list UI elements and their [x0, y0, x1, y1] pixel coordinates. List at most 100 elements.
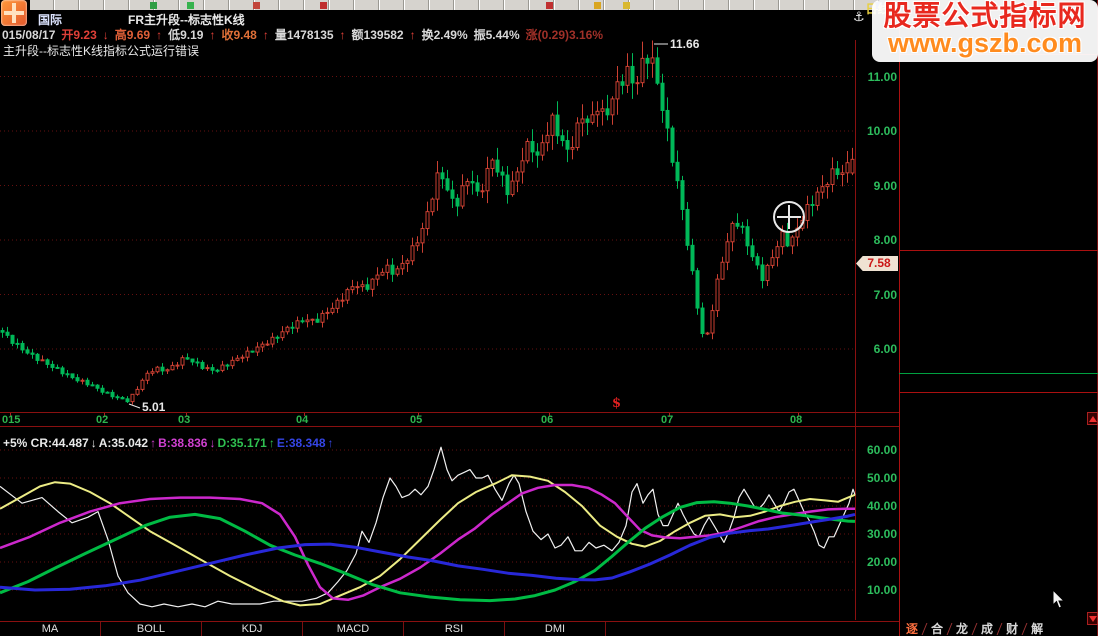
candle-body: [590, 114, 595, 123]
candle-body: [400, 262, 405, 270]
tab-kdj[interactable]: KDJ: [202, 622, 303, 636]
candle-body: [740, 225, 745, 228]
price-axis-label: 10.00: [866, 124, 897, 138]
tab-rsi[interactable]: RSI: [404, 622, 505, 636]
candle-body: [365, 284, 370, 290]
candle-body: [315, 318, 320, 323]
candle-body: [845, 162, 850, 174]
candle-body: [655, 57, 660, 84]
tab-macd[interactable]: MACD: [303, 622, 404, 636]
candle-body: [20, 342, 25, 351]
candle-body: [410, 245, 415, 262]
candle-body: [600, 108, 605, 112]
candle-body: [15, 342, 20, 345]
candle-body: [265, 343, 270, 346]
candle-body: [35, 353, 40, 361]
candle-body: [780, 231, 785, 248]
candle-body: [380, 271, 385, 276]
candle-body: [765, 264, 770, 282]
candle-body: [355, 286, 360, 289]
tabbar-filler: [606, 622, 899, 636]
candle-body: [185, 357, 190, 360]
candle-body: [190, 358, 195, 363]
price-axis-label: 7.00: [873, 287, 897, 302]
candle-body: [230, 359, 235, 367]
month-label: 03: [178, 414, 191, 426]
candle-body: [65, 373, 70, 376]
candle-body: [680, 180, 685, 210]
candle-body: [430, 198, 435, 213]
candle-body: [80, 379, 85, 382]
candle-body: [605, 108, 610, 116]
svg-text:5.01: 5.01: [142, 400, 166, 412]
candle-body: [435, 172, 440, 200]
trading-app-window: 国际 FR主升段--标志性K线 ⚓ 015/08/17 开9.23 ↓ 高9.69 ↑ 低…: [0, 0, 1098, 636]
candle-body: [280, 331, 285, 339]
candle-body: [120, 397, 125, 400]
candle-body: [75, 377, 80, 382]
candle-body: [235, 357, 240, 361]
candle-body: [730, 222, 735, 243]
indicator-value: D:35.171: [217, 436, 267, 450]
candle-body: [750, 245, 755, 258]
candle-body: [510, 180, 515, 196]
indicator-line-E: [0, 512, 856, 592]
candle-body: [70, 373, 75, 379]
candle-body: [620, 81, 625, 86]
dollar-marker-icon: $: [612, 396, 622, 411]
candle-body: [610, 98, 615, 116]
tab-boll[interactable]: BOLL: [101, 622, 202, 636]
candle-body: [155, 366, 160, 373]
candle-body: [705, 332, 710, 335]
candle-body: [340, 299, 345, 302]
candle-body: [105, 391, 110, 394]
kline-chart[interactable]: 11.66 5.01: [0, 0, 857, 412]
indicator-axis-label: 40.00: [866, 499, 897, 513]
candle-body: [735, 222, 740, 227]
candle-body: [545, 134, 550, 144]
scroll-down-button[interactable]: [1087, 612, 1098, 625]
candle-body: [720, 261, 725, 280]
mouse-cursor: [1052, 590, 1066, 609]
candle-body: [200, 361, 205, 369]
candle-body: [505, 174, 510, 196]
candle-body: [745, 226, 750, 247]
indicator-axis-label: 10.00: [866, 583, 897, 597]
candle-body: [625, 65, 630, 86]
indicator-line-A: [0, 474, 856, 607]
candle-body: [370, 278, 375, 290]
down-triangle-icon: [1089, 616, 1097, 622]
candle-body: [495, 159, 500, 173]
price-axis-label: 9.00: [873, 178, 897, 193]
candle-body: [480, 190, 485, 193]
candle-body: [475, 182, 480, 192]
candle-body: [710, 310, 715, 334]
candle-body: [290, 326, 295, 329]
indicator-value: ↑: [268, 436, 275, 450]
time-axis: 015 02 03 04 05 06 07 08: [0, 412, 899, 427]
candle-body: [10, 334, 15, 344]
scroll-up-button[interactable]: [1087, 412, 1098, 425]
month-label: 04: [296, 414, 309, 426]
tab-ma[interactable]: MA: [0, 622, 101, 636]
candle-body: [125, 398, 130, 403]
candle-body: [460, 185, 465, 207]
candle-body: [760, 264, 765, 282]
month-label: 08: [790, 414, 803, 426]
candle-body: [635, 82, 640, 85]
candle-body: [790, 236, 795, 247]
candle-body: [45, 359, 50, 365]
candle-body: [145, 372, 150, 381]
watermark: 股票公式指标网 www.gszb.com: [872, 0, 1098, 62]
watermark-url: www.gszb.com: [887, 28, 1083, 58]
candle-body: [170, 364, 175, 371]
cr-indicator-chart[interactable]: [0, 430, 857, 620]
candle-body: [55, 366, 60, 369]
zoom-crosshair-cursor: [773, 201, 805, 233]
candle-body: [60, 367, 65, 375]
tab-dmi[interactable]: DMI: [505, 622, 606, 636]
panel-divider-green: [899, 373, 1098, 374]
svg-text:11.66: 11.66: [670, 37, 700, 51]
indicator-value: ↓: [209, 436, 216, 450]
candle-body: [540, 142, 545, 156]
